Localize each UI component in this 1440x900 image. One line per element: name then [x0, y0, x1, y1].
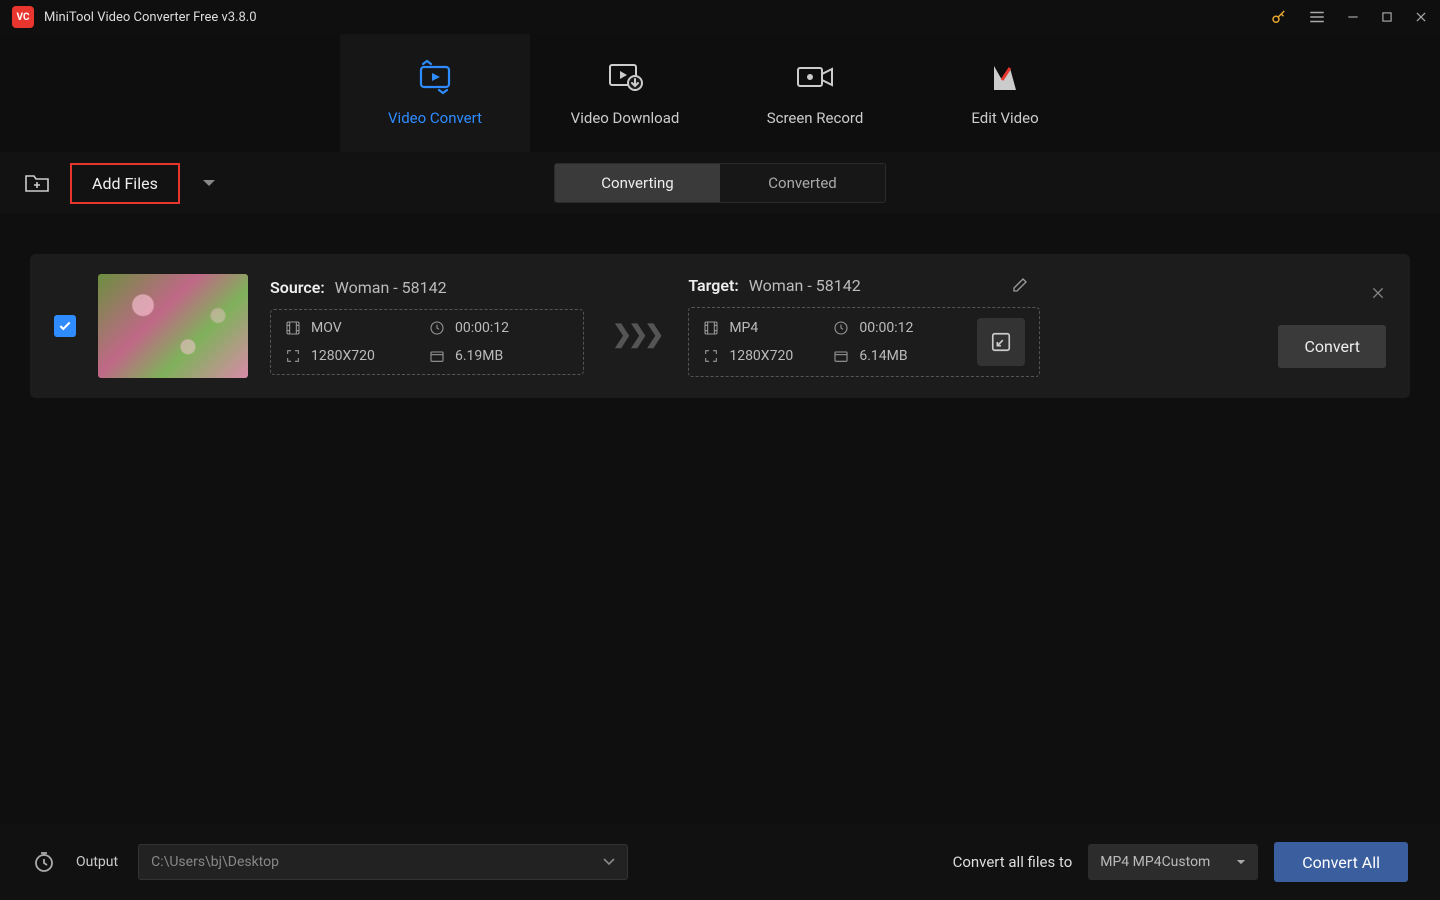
source-format: MOV: [311, 320, 342, 336]
app-logo: VC: [12, 6, 34, 28]
size-icon: [833, 348, 849, 364]
tab-converted[interactable]: Converted: [720, 164, 885, 202]
target-label: Target:: [688, 276, 738, 295]
convert-label: Convert: [1304, 337, 1360, 356]
thumbnail[interactable]: [98, 274, 248, 378]
download-icon: [605, 59, 645, 95]
source-resolution: 1280X720: [311, 348, 375, 364]
convert-all-button[interactable]: Convert All: [1274, 842, 1408, 882]
resolution-icon: [285, 348, 301, 364]
target-settings-button[interactable]: [977, 318, 1025, 366]
folder-add-icon[interactable]: [24, 172, 50, 194]
chevron-down-icon: [603, 858, 615, 866]
format-icon: [703, 320, 719, 336]
chevron-down-icon: [1236, 859, 1246, 866]
nav-label: Video Download: [571, 109, 680, 127]
output-path-text: C:\Users\bj\Desktop: [151, 854, 279, 870]
size-icon: [429, 348, 445, 364]
source-column: Source: Woman - 58142 MOV 00:00:12 1280X…: [270, 278, 584, 375]
nav-label: Video Convert: [388, 109, 482, 127]
app-title: MiniTool Video Converter Free v3.8.0: [44, 10, 1270, 25]
source-info: MOV 00:00:12 1280X720 6.19MB: [270, 309, 584, 375]
clock-icon: [429, 320, 445, 336]
close-icon[interactable]: [1414, 10, 1428, 24]
target-name: Woman - 58142: [749, 276, 861, 295]
remove-item-icon[interactable]: [1370, 285, 1386, 301]
source-label: Source:: [270, 278, 325, 297]
target-duration: 00:00:12: [859, 320, 913, 336]
convert-all-label: Convert all files to: [953, 853, 1073, 871]
add-files-dropdown-icon[interactable]: [202, 178, 216, 188]
target-info: MP4 00:00:12 1280X720 6.14MB: [688, 307, 1040, 377]
file-card: Source: Woman - 58142 MOV 00:00:12 1280X…: [30, 254, 1410, 398]
output-label: Output: [76, 854, 118, 870]
toolbar: Add Files Converting Converted: [0, 152, 1440, 214]
tab-converting[interactable]: Converting: [555, 164, 720, 202]
subtabs: Converting Converted: [554, 163, 886, 203]
source-duration: 00:00:12: [455, 320, 509, 336]
target-size: 6.14MB: [859, 348, 907, 364]
nav-edit-video[interactable]: Edit Video: [910, 34, 1100, 152]
arrows-icon: ❯❯❯: [606, 320, 666, 348]
titlebar: VC MiniTool Video Converter Free v3.8.0: [0, 0, 1440, 34]
minimize-icon[interactable]: [1346, 10, 1360, 24]
menu-icon[interactable]: [1308, 8, 1326, 26]
key-icon[interactable]: [1270, 8, 1288, 26]
nav-label: Edit Video: [971, 109, 1038, 127]
convert-all-button-label: Convert All: [1302, 853, 1380, 872]
schedule-icon[interactable]: [32, 850, 56, 874]
add-files-button[interactable]: Add Files: [70, 163, 180, 204]
edit-video-icon: [988, 59, 1022, 95]
tab-label: Converted: [768, 174, 837, 192]
source-size: 6.19MB: [455, 348, 503, 364]
convert-button[interactable]: Convert: [1278, 325, 1386, 368]
footer: Output C:\Users\bj\Desktop Convert all f…: [0, 824, 1440, 900]
source-name: Woman - 58142: [335, 278, 447, 297]
format-select[interactable]: MP4 MP4Custom: [1088, 844, 1258, 880]
target-resolution: 1280X720: [729, 348, 793, 364]
content-area: Source: Woman - 58142 MOV 00:00:12 1280X…: [0, 214, 1440, 398]
resolution-icon: [703, 348, 719, 364]
convert-icon: [415, 59, 455, 95]
record-icon: [794, 59, 836, 95]
clock-icon: [833, 320, 849, 336]
nav-video-download[interactable]: Video Download: [530, 34, 720, 152]
output-path-select[interactable]: C:\Users\bj\Desktop: [138, 844, 628, 880]
tab-label: Converting: [601, 174, 673, 192]
format-icon: [285, 320, 301, 336]
nav-label: Screen Record: [767, 109, 864, 127]
main-nav: Video Convert Video Download Screen Reco…: [0, 34, 1440, 152]
nav-video-convert[interactable]: Video Convert: [340, 34, 530, 152]
format-text: MP4 MP4Custom: [1100, 854, 1210, 870]
edit-target-icon[interactable]: [1011, 276, 1029, 294]
add-files-label: Add Files: [92, 174, 158, 193]
maximize-icon[interactable]: [1380, 10, 1394, 24]
nav-screen-record[interactable]: Screen Record: [720, 34, 910, 152]
target-format: MP4: [729, 320, 758, 336]
file-checkbox[interactable]: [54, 315, 76, 337]
target-column: Target: Woman - 58142 MP4 00:00:12: [688, 276, 1040, 377]
